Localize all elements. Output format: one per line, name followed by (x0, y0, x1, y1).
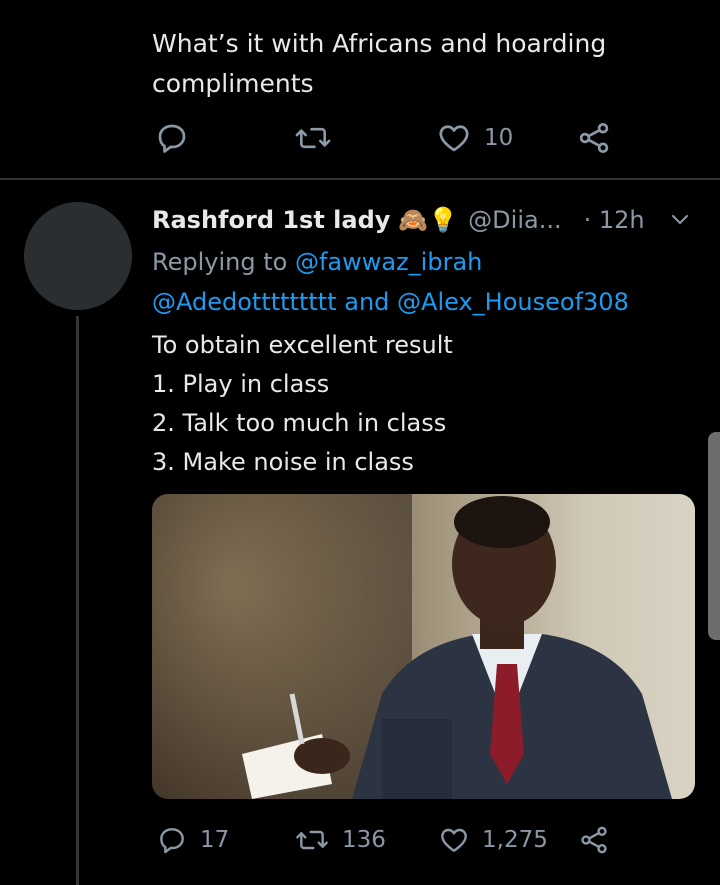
share-icon (579, 123, 609, 153)
like-button[interactable]: 1,275 (438, 820, 548, 860)
name-emoji: 🙈💡 (398, 206, 459, 234)
replying-prefix: Replying to (152, 248, 288, 276)
top-tweet-actions: 10 (152, 118, 672, 158)
mention-link[interactable]: @Adedottttttttt (152, 288, 337, 316)
reply-button[interactable]: 17 (156, 820, 229, 860)
mention-link[interactable]: @fawwaz_ibrah (295, 248, 482, 276)
retweet-icon (296, 830, 328, 850)
tweet-divider (0, 178, 720, 180)
tweet-actions: 17 136 1,275 (152, 820, 672, 860)
photo-illustration (152, 494, 672, 799)
top-tweet[interactable]: What’s it with Africans and hoarding com… (0, 0, 720, 178)
retweet-button[interactable] (294, 118, 332, 158)
chevron-down-icon[interactable] (668, 208, 692, 232)
like-count: 1,275 (482, 827, 548, 853)
like-button[interactable]: 10 (436, 118, 513, 158)
share-button[interactable] (578, 820, 610, 860)
retweet-button[interactable]: 136 (294, 820, 386, 860)
tweet-text-line: 2. Talk too much in class (152, 409, 447, 437)
tweet-header: Rashford 1st lady 🙈💡 @Diia... · 12h (152, 200, 692, 240)
mention-link[interactable]: @Alex_Houseof308 (397, 288, 629, 316)
reply-button[interactable] (154, 118, 190, 158)
display-name[interactable]: Rashford 1st lady (152, 206, 390, 234)
like-count: 10 (484, 125, 514, 151)
reply-icon (160, 828, 184, 854)
thread-line (76, 316, 79, 885)
share-button[interactable] (576, 118, 612, 158)
reply-count: 17 (200, 827, 230, 853)
heart-icon (439, 125, 469, 152)
top-tweet-text: What’s it with Africans and hoarding com… (152, 24, 672, 104)
reply-icon (158, 124, 186, 153)
tweet-text-line: 3. Make noise in class (152, 448, 414, 476)
replying-to: Replying to @fawwaz_ibrah (152, 242, 692, 282)
tweet-text-line: 1. Play in class (152, 370, 330, 398)
replying-to-continued: @Adedottttttttt and @Alex_Houseof308 (152, 282, 692, 322)
retweet-count: 136 (342, 827, 386, 853)
user-handle[interactable]: @Diia... (468, 206, 561, 234)
tweet-text-line: To obtain excellent result (152, 331, 453, 359)
avatar[interactable] (24, 202, 132, 310)
top-tweet-text-line: What’s it with Africans and hoarding (152, 29, 607, 58)
scrollbar-handle[interactable] (708, 432, 720, 640)
tweet-image[interactable] (152, 494, 695, 799)
top-tweet-text-line: compliments (152, 69, 314, 98)
retweet-icon (295, 127, 331, 149)
heart-icon (441, 828, 467, 852)
mention-and[interactable]: and (344, 288, 389, 316)
tweet-text: To obtain excellent result 1. Play in cl… (152, 326, 692, 482)
share-icon (581, 826, 607, 854)
tweet-time[interactable]: · 12h (584, 206, 645, 234)
